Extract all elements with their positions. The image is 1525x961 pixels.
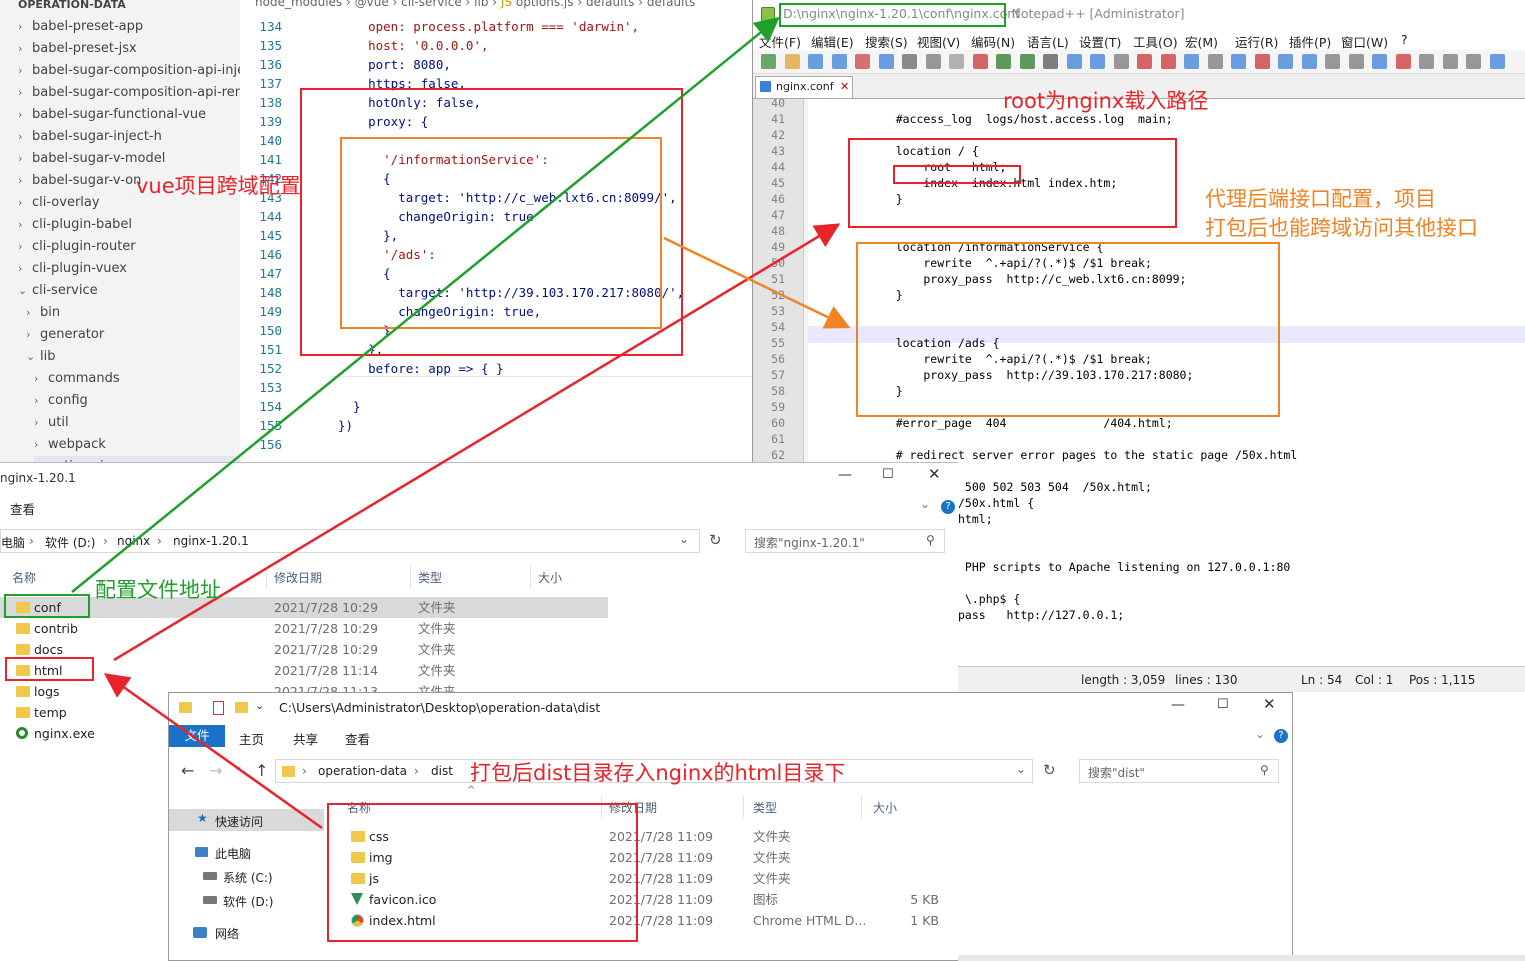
red-arrow-html-to-root [113, 223, 841, 662]
annotation-proxy-backend-1: 代理后端接口配置，项目 [1205, 187, 1436, 211]
green-arrow-conf-to-path [71, 16, 780, 593]
annotation-proxy-backend-2: 打包后也能跨域访问其他接口 [1205, 216, 1478, 240]
annotation-vue-proxy: vue项目跨域配置 [136, 174, 301, 198]
red-arrow-dist-to-html [103, 673, 323, 830]
annotation-root-path: root为nginx载入路径 [1003, 89, 1209, 113]
annotation-conf-addr: 配置文件地址 [95, 578, 221, 602]
annotation-dist-to-html: 打包后dist目录存入nginx的html目录下 [470, 761, 846, 785]
annotation-arrows [71, 16, 851, 830]
